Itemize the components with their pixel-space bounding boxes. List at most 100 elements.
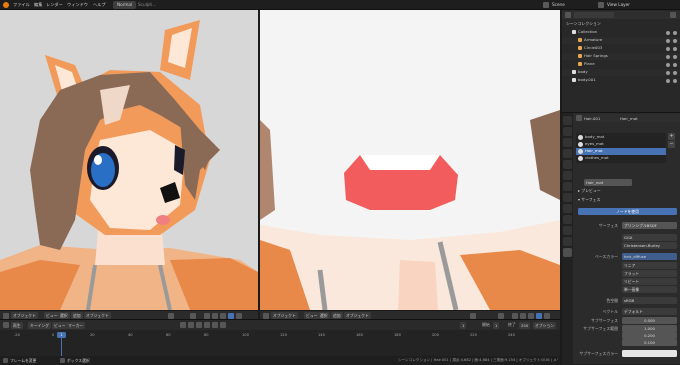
start-frame-field[interactable]: 1: [493, 321, 500, 329]
menu-window[interactable]: ウィンドウ: [67, 2, 88, 8]
data-tab-icon[interactable]: [563, 237, 572, 246]
object-tab-icon[interactable]: [563, 182, 572, 191]
camera-icon[interactable]: [666, 62, 670, 67]
eye-icon[interactable]: [673, 54, 677, 59]
blender-logo-icon[interactable]: [3, 2, 9, 8]
base-color-texture-field[interactable]: hair_diffuse: [622, 253, 677, 260]
rendered-shading-icon[interactable]: [544, 312, 550, 319]
material-tab-icon[interactable]: [563, 248, 572, 257]
menu-object[interactable]: オブジェクト: [84, 312, 111, 319]
use-nodes-button[interactable]: ノードを使用: [578, 208, 677, 215]
projection-dropdown[interactable]: フラット: [622, 270, 677, 277]
properties-editor[interactable]: Hair.001 Hair_mat body_mat eyes_mat Hair_m…: [562, 112, 680, 365]
remove-slot-icon[interactable]: −: [668, 141, 675, 148]
outliner-item[interactable]: Collection: [562, 29, 680, 36]
physics-tab-icon[interactable]: [563, 215, 572, 224]
subsurface-method-dropdown[interactable]: Christensen-Burley: [622, 242, 677, 249]
outliner-item[interactable]: body.001: [562, 77, 680, 84]
prev-key-icon[interactable]: [188, 322, 194, 328]
mode-dropdown[interactable]: オブジェクト: [271, 312, 298, 319]
tool-tab-icon[interactable]: [563, 116, 572, 125]
overlay-icon[interactable]: [190, 312, 196, 319]
menu-help[interactable]: ヘルプ: [93, 2, 106, 8]
material-slot[interactable]: clothes_mat: [576, 155, 666, 162]
view-layer-tab-icon[interactable]: [563, 149, 572, 158]
material-slot[interactable]: eyes_mat: [576, 141, 666, 148]
end-frame-field[interactable]: 250: [519, 321, 531, 329]
editor-type-icon[interactable]: [3, 321, 9, 328]
menu-select[interactable]: 選択: [318, 312, 330, 319]
material-slot[interactable]: body_mat: [576, 134, 666, 141]
filter-icon[interactable]: [670, 12, 676, 18]
menu-file[interactable]: ファイル: [13, 2, 30, 8]
subsurface-radius-y[interactable]: 0.200: [622, 332, 677, 339]
overlay-icon[interactable]: [498, 312, 504, 319]
outliner-item[interactable]: Armature: [562, 37, 680, 44]
editor-type-icon[interactable]: [263, 312, 269, 319]
material-shading-icon[interactable]: [536, 312, 542, 319]
extension-dropdown[interactable]: リピート: [622, 278, 677, 285]
vector-field[interactable]: デフォルト: [622, 308, 677, 315]
xray-icon[interactable]: [512, 312, 518, 319]
camera-icon[interactable]: [666, 30, 670, 35]
rendered-shading-icon[interactable]: [236, 312, 242, 319]
tab-normal[interactable]: Normal: [113, 1, 137, 9]
viewport-left[interactable]: オブジェクト ビュー 選択 追加 オブジェクト: [0, 10, 258, 319]
scene-icon[interactable]: [543, 2, 549, 8]
view-layer-name[interactable]: View Layer: [607, 2, 630, 7]
eye-icon[interactable]: [673, 30, 677, 35]
outliner-item[interactable]: body: [562, 69, 680, 76]
marker-menu[interactable]: マーカー: [66, 321, 86, 329]
subsurface-field[interactable]: 0.000: [622, 317, 677, 324]
eye-icon[interactable]: [673, 46, 677, 51]
outliner[interactable]: シーンコレクション Collection Armature Circle003 Hai…: [562, 10, 680, 112]
tab-sculpting[interactable]: Sculpti...: [134, 1, 160, 9]
wireframe-shading-icon[interactable]: [212, 312, 218, 319]
solid-shading-icon[interactable]: [220, 312, 226, 319]
menu-object[interactable]: オブジェクト: [344, 312, 371, 319]
editor-type-icon[interactable]: [3, 312, 9, 319]
scene-tab-icon[interactable]: [563, 160, 572, 169]
particles-tab-icon[interactable]: [563, 204, 572, 213]
material-slot-list[interactable]: body_mat eyes_mat Hair_mat clothes_mat: [576, 133, 666, 163]
transform-icon[interactable]: [168, 312, 174, 319]
source-dropdown[interactable]: 単一画像: [622, 286, 677, 293]
menu-add[interactable]: 追加: [331, 312, 343, 319]
outliner-search-input[interactable]: [574, 12, 614, 18]
camera-icon[interactable]: [666, 46, 670, 51]
transform-icon[interactable]: [470, 312, 476, 319]
wireframe-shading-icon[interactable]: [520, 312, 526, 319]
mode-dropdown[interactable]: オブジェクト: [11, 312, 38, 319]
play-icon[interactable]: [204, 322, 210, 328]
jump-end-icon[interactable]: [220, 322, 226, 328]
material-slot[interactable]: Hair_mat: [576, 148, 666, 155]
outliner-root[interactable]: シーンコレクション: [562, 21, 680, 28]
interpolation-dropdown[interactable]: リニア: [622, 262, 677, 269]
modifier-tab-icon[interactable]: [563, 193, 572, 202]
xray-icon[interactable]: [204, 312, 210, 319]
outliner-item[interactable]: Plane: [562, 61, 680, 68]
timeline-options[interactable]: オプション: [533, 321, 556, 329]
playback-menu[interactable]: 再生: [11, 321, 23, 329]
render-tab-icon[interactable]: [563, 127, 572, 136]
eye-icon[interactable]: [673, 38, 677, 43]
outliner-item[interactable]: Hair Springs: [562, 53, 680, 60]
jump-start-icon[interactable]: [180, 322, 186, 328]
frame-current-field[interactable]: 1: [460, 321, 467, 329]
world-tab-icon[interactable]: [563, 171, 572, 180]
editor-type-icon[interactable]: [565, 12, 571, 18]
play-reverse-icon[interactable]: [196, 322, 202, 328]
material-name-field[interactable]: Hair_mat: [584, 179, 632, 186]
camera-icon[interactable]: [666, 70, 670, 75]
subsurface-radius-x[interactable]: 1.000: [622, 325, 677, 332]
camera-icon[interactable]: [666, 78, 670, 83]
scene-name[interactable]: Scene: [552, 2, 565, 7]
viewport-right[interactable]: オブジェクト ビュー 選択 追加 オブジェクト: [260, 10, 560, 319]
camera-icon[interactable]: [666, 54, 670, 59]
surface-shader-dropdown[interactable]: プリンシプルBSDF: [622, 222, 677, 229]
menu-add[interactable]: 追加: [71, 312, 83, 319]
material-shading-icon[interactable]: [228, 312, 234, 319]
next-key-icon[interactable]: [212, 322, 218, 328]
preview-panel-header[interactable]: ▸ プレビュー: [574, 188, 680, 195]
menu-select[interactable]: 選択: [58, 312, 70, 319]
